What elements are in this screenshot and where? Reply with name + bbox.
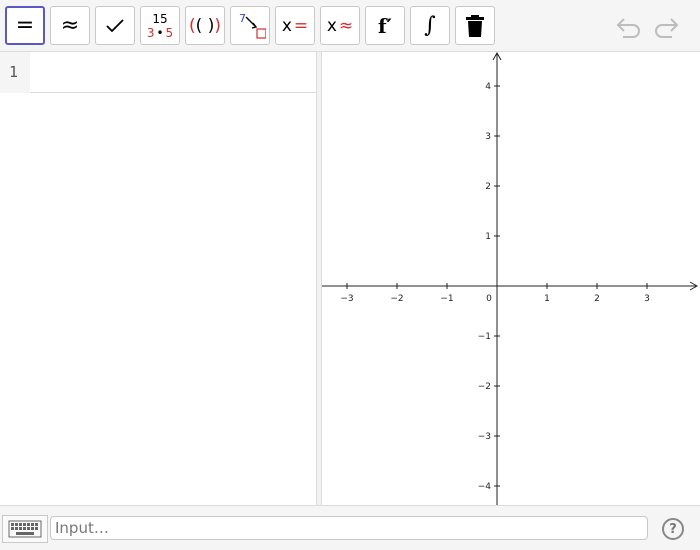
x-tick-label: −3 [340, 294, 353, 304]
substitute-button[interactable]: 7 [230, 6, 270, 45]
keyboard-toggle-button[interactable] [2, 515, 48, 543]
cas-view: 1 [0, 52, 316, 505]
row-number: 1 [0, 52, 30, 93]
integral-button[interactable]: ∫ [410, 6, 450, 45]
x-tick-label: 2 [594, 294, 600, 304]
x-tick-label: −1 [440, 294, 453, 304]
x-tick-label: 1 [544, 294, 550, 304]
derivative-icon: f′ [378, 13, 392, 38]
y-tick-label: −2 [478, 382, 491, 392]
delete-button[interactable] [455, 6, 495, 45]
undo-icon [616, 18, 640, 38]
y-tick-label: −3 [478, 432, 491, 442]
redo-button[interactable] [651, 12, 681, 42]
y-tick-label: −1 [478, 332, 491, 342]
y-axis [492, 51, 502, 505]
y-tick-label: 3 [485, 132, 491, 142]
coordinate-plane: −3 −2 −1 0 1 2 3 4 3 2 1 −1 −2 −3 −4 [322, 51, 699, 505]
redo-icon [655, 18, 679, 38]
evaluate-button[interactable]: = [5, 6, 45, 45]
y-tick-label: 4 [485, 82, 491, 92]
keyboard-icon [8, 520, 42, 538]
factor-icon: 15 3 • 5 [146, 11, 174, 40]
check-icon [106, 18, 124, 32]
expand-button[interactable]: (( )) [185, 6, 225, 45]
cas-app: = ≈ 15 3 • 5 (( )) 7 x = x ≈ f′ ∫ 1 −3 −… [0, 0, 700, 550]
numeric-button[interactable]: ≈ [50, 6, 90, 45]
x-tick-label: −2 [390, 294, 403, 304]
solve-numerically-button[interactable]: x ≈ [320, 6, 360, 45]
graphics-view[interactable]: −3 −2 −1 0 1 2 3 4 3 2 1 −1 −2 −3 −4 [322, 51, 700, 505]
y-tick-label: 1 [485, 232, 491, 242]
equals-icon: = [15, 12, 35, 38]
expand-icon: (( )) [189, 15, 221, 36]
solve-icon: x = [281, 15, 309, 36]
factor-button[interactable]: 15 3 • 5 [140, 6, 180, 45]
svg-text:7: 7 [239, 12, 246, 25]
trash-icon [466, 14, 484, 37]
x-axis [322, 281, 699, 291]
approx-icon: ≈ [60, 12, 80, 38]
toolbar: = ≈ 15 3 • 5 (( )) 7 x = x ≈ f′ ∫ [0, 0, 700, 52]
y-tick-label: 2 [485, 182, 491, 192]
help-button[interactable]: ? [662, 518, 684, 540]
keep-input-button[interactable] [95, 6, 135, 45]
x-tick-label: 0 [486, 294, 492, 304]
integral-icon: ∫ [424, 13, 436, 38]
solve-numeric-icon: x ≈ [326, 15, 354, 36]
cas-row[interactable]: 1 [0, 52, 316, 93]
undo-button[interactable] [614, 12, 644, 42]
input-bar: ? [0, 505, 700, 550]
derivative-button[interactable]: f′ [365, 6, 405, 45]
substitute-icon: 7 [239, 12, 266, 39]
y-tick-label: −4 [478, 482, 492, 492]
input-field[interactable] [50, 516, 648, 540]
solve-button[interactable]: x = [275, 6, 315, 45]
x-tick-label: 3 [644, 294, 650, 304]
